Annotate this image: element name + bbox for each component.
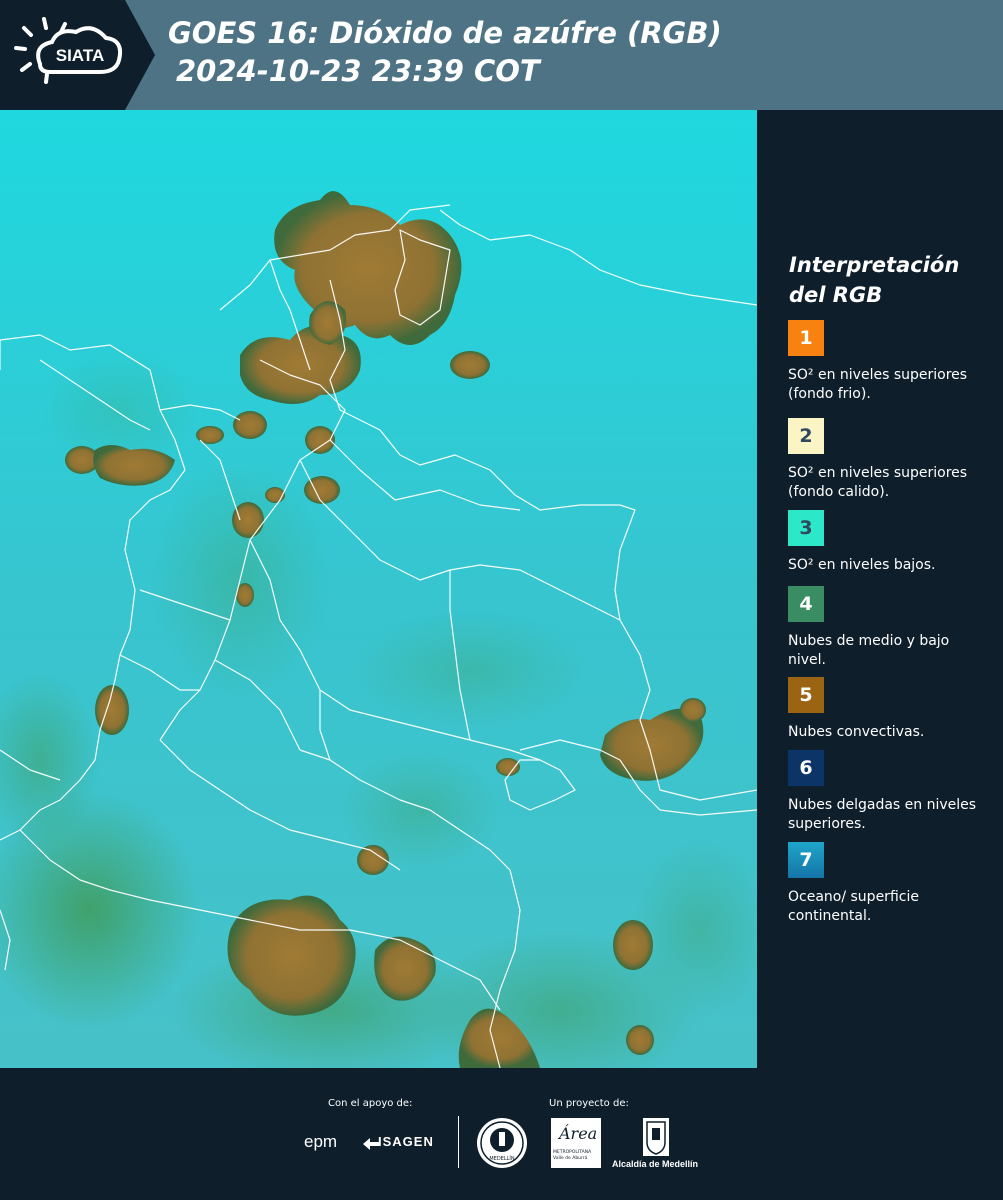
header: SIATA GOES 16: Dióxido de azúfre (RGB) 2… [0, 0, 1003, 110]
legend-text-6: Nubes delgadas en niveles superiores. [788, 797, 977, 832]
title-timestamp: 2024-10-23 23:39 COT [176, 54, 540, 88]
area-subtext: METROPOLITANA Valle de Aburrá [553, 1150, 592, 1161]
legend-title: Interpretación del RGB [789, 253, 960, 307]
legend-item-2: 2 SO² en niveles superiores (fondo calid… [788, 418, 993, 508]
legend-text-4: Nubes de medio y bajo nivel. [788, 633, 950, 668]
legend-swatch-6: 6 [788, 750, 824, 786]
title-product: GOES 16: Dióxido de azúfre (RGB) [168, 16, 722, 50]
alcaldia-text: Alcaldía de Medellín [612, 1159, 699, 1169]
legend-text-5: Nubes convectivas. [788, 724, 925, 740]
legend-item-1: 1 SO² en niveles superiores (fondo frio)… [788, 320, 993, 404]
legend-item-5: 5 Nubes convectivas. [788, 677, 993, 742]
legend-text-7: Oceano/ superficie continental. [788, 889, 919, 924]
legend-swatch-4: 4 [788, 586, 824, 622]
area-metropolitana-logo: Área METROPOLITANA Valle de Aburrá [551, 1118, 601, 1168]
shield-icon [646, 1121, 666, 1155]
isagen-text: ISAGEN [378, 1134, 434, 1149]
page-title: GOES 16: Dióxido de azúfre (RGB) 2024-10… [168, 14, 722, 90]
logo-text: SIATA [56, 46, 104, 65]
legend-text-3: SO² en niveles bajos. [788, 557, 936, 573]
medellin-seal: MEDELLÍN [477, 1118, 527, 1168]
epm-logo: epm [304, 1132, 338, 1151]
legend-item-6: 6 Nubes delgadas en niveles superiores. [788, 750, 993, 834]
siata-logo: SIATA [0, 0, 155, 110]
legend-item-4: 4 Nubes de medio y bajo nivel. [788, 586, 993, 670]
footer: Con el apoyo de: Un proyecto de: epm ISA… [0, 1068, 1003, 1200]
legend-panel: Interpretación del RGB 1 SO² en niveles … [758, 110, 1003, 1068]
seal-text: MEDELLÍN [489, 1156, 515, 1162]
legend-swatch-2: 2 [788, 418, 824, 454]
legend-text-1: SO² en niveles superiores (fondo frio). [788, 367, 968, 402]
legend-text-2: SO² en niveles superiores (fondo calido)… [788, 465, 968, 500]
alcaldia-shield [643, 1118, 669, 1156]
legend-item-7: 7 Oceano/ superficie continental. [788, 842, 993, 926]
legend-item-3: 3 SO² en niveles bajos. [788, 510, 993, 575]
legend-swatch-3: 3 [788, 510, 824, 546]
project-label: Un proyecto de: [549, 1098, 629, 1109]
legend-swatch-1: 1 [788, 320, 824, 356]
satellite-map [0, 110, 757, 1068]
footer-divider [458, 1116, 459, 1168]
legend-swatch-7: 7 [788, 842, 824, 878]
legend-swatch-5: 5 [788, 677, 824, 713]
area-text: Área [559, 1124, 598, 1143]
support-label: Con el apoyo de: [328, 1098, 413, 1109]
